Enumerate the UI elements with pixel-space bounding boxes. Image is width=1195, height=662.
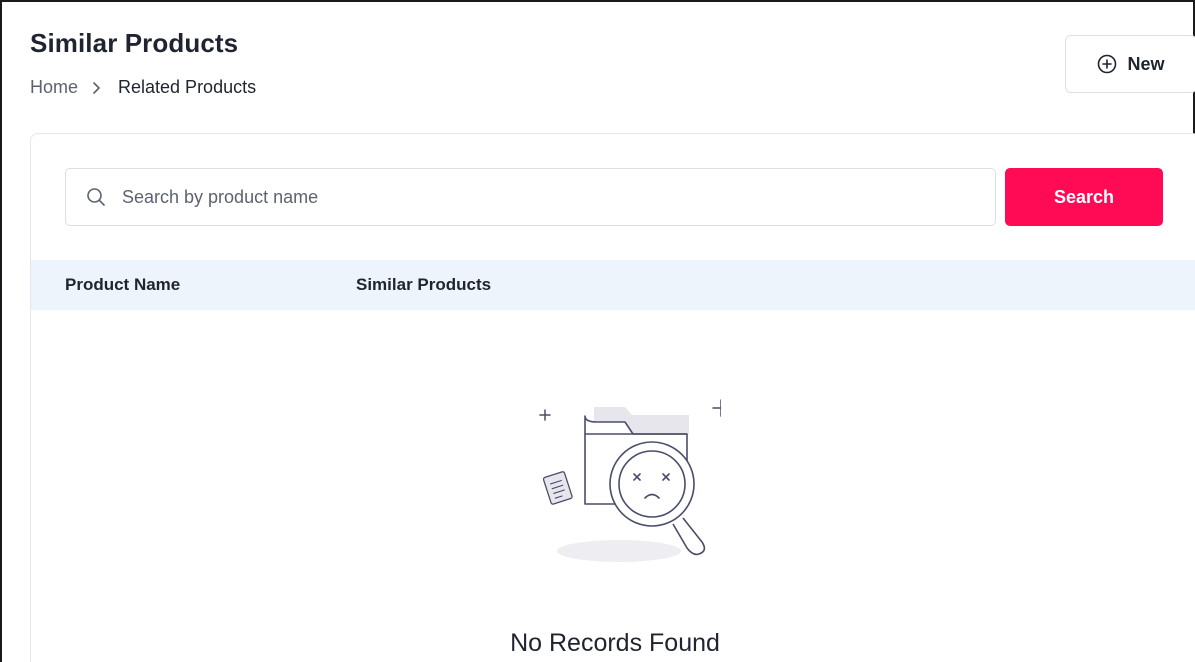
page-title: Similar Products	[30, 28, 239, 58]
empty-state-message: No Records Found	[510, 629, 720, 657]
illustration-shadow	[557, 540, 681, 562]
content-card: Search Product Name Similar Products	[30, 133, 1195, 662]
sparkle-plus-right	[712, 399, 730, 417]
page-frame: Similar Products Home Related Products N…	[0, 0, 1195, 662]
new-button-label: New	[1127, 53, 1165, 74]
plus-circle-icon	[1097, 54, 1117, 74]
no-results-illustration	[501, 396, 739, 576]
search-button[interactable]: Search	[1005, 168, 1163, 226]
search-box	[65, 168, 996, 226]
search-input[interactable]	[122, 186, 995, 208]
breadcrumb-current: Related Products	[118, 77, 257, 97]
new-button[interactable]: New	[1065, 35, 1195, 93]
breadcrumb: Home Related Products	[30, 77, 256, 98]
column-header-product-name: Product Name	[65, 275, 181, 294]
breadcrumb-home-link[interactable]: Home	[30, 77, 78, 98]
table-header: Product Name Similar Products	[31, 260, 1195, 310]
document-icon	[542, 471, 573, 505]
chevron-right-icon	[92, 81, 102, 95]
column-header-similar-products: Similar Products	[356, 275, 492, 294]
sparkle-plus-left	[539, 409, 551, 421]
page-header: Similar Products Home Related Products	[30, 28, 256, 98]
magnifier-lens-inner	[618, 450, 686, 518]
search-icon	[86, 187, 106, 207]
